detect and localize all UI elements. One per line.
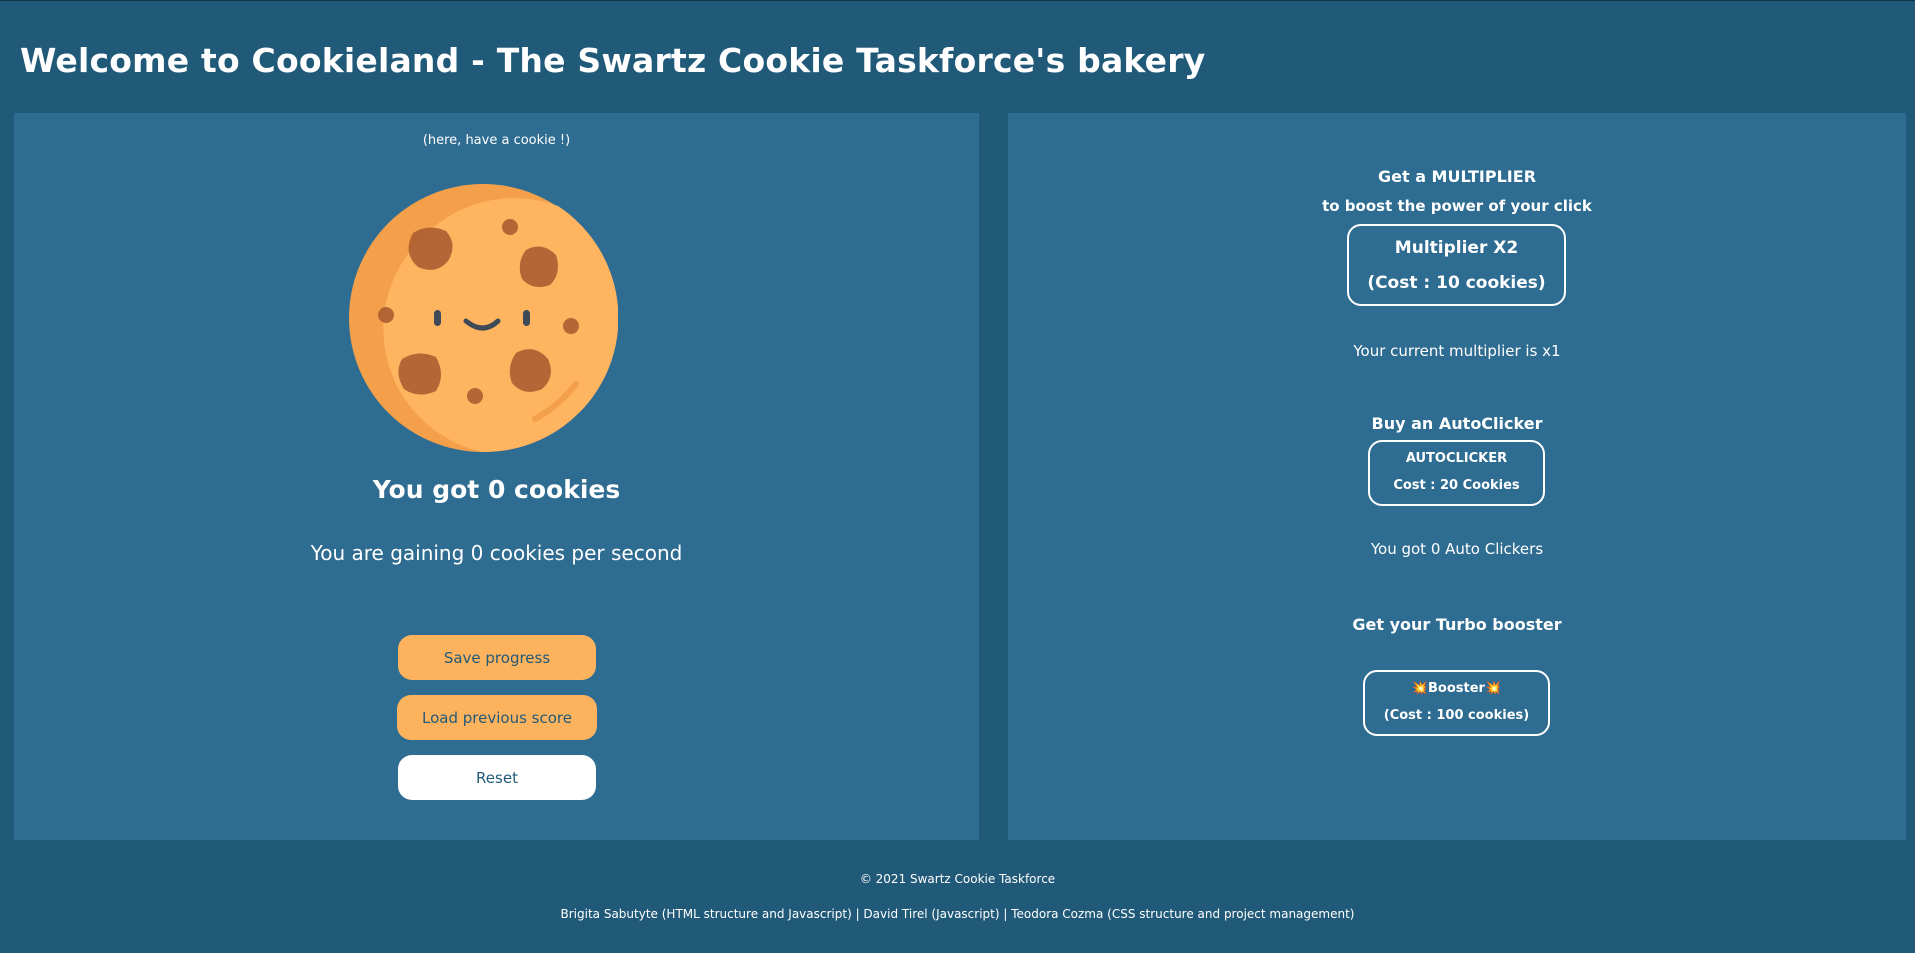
booster-button-label: 💥Booster💥 [1411, 681, 1502, 696]
booster-cost-label: (Cost : 100 cookies) [1383, 708, 1530, 723]
footer-credits: Brigita Sabutyte (HTML structure and Jav… [560, 907, 1355, 921]
cookie-hint: (here, have a cookie !) [422, 133, 571, 148]
multiplier-status: Your current multiplier is x1 [1353, 342, 1561, 360]
booster-title: Get your Turbo booster [1352, 615, 1562, 634]
autoclicker-title: Buy an AutoClicker [1371, 414, 1543, 433]
multiplier-button-label: Multiplier X2 [1394, 238, 1519, 258]
booster-button[interactable]: 💥Booster💥 (Cost : 100 cookies) [1363, 670, 1550, 736]
cookie-rate: You are gaining 0 cookies per second [310, 541, 683, 565]
reset-button[interactable]: Reset [398, 755, 596, 800]
autoclicker-button-label: AUTOCLICKER [1405, 451, 1508, 466]
cookie-icon[interactable] [348, 183, 619, 453]
cookie-count: You got 0 cookies [372, 475, 621, 504]
autoclicker-cost-label: Cost : 20 Cookies [1393, 478, 1520, 493]
cookie-panel: (here, have a cookie !) You got 0 cookie… [14, 113, 979, 840]
autoclicker-status: You got 0 Auto Clickers [1370, 540, 1544, 558]
multiplier-cost-label: (Cost : 10 cookies) [1367, 273, 1546, 293]
shop-panel: Get a MULTIPLIER to boost the power of y… [1008, 113, 1906, 840]
save-progress-button[interactable]: Save progress [398, 635, 596, 680]
footer-copyright: © 2021 Swartz Cookie Taskforce [859, 872, 1056, 886]
multiplier-title: Get a MULTIPLIER [1377, 167, 1537, 186]
multiplier-button[interactable]: Multiplier X2 (Cost : 10 cookies) [1347, 224, 1566, 306]
autoclicker-button[interactable]: AUTOCLICKER Cost : 20 Cookies [1368, 440, 1545, 506]
page-title: Welcome to Cookieland - The Swartz Cooki… [20, 41, 1206, 80]
load-score-button[interactable]: Load previous score [397, 695, 597, 740]
multiplier-subtitle: to boost the power of your click [1322, 197, 1592, 215]
